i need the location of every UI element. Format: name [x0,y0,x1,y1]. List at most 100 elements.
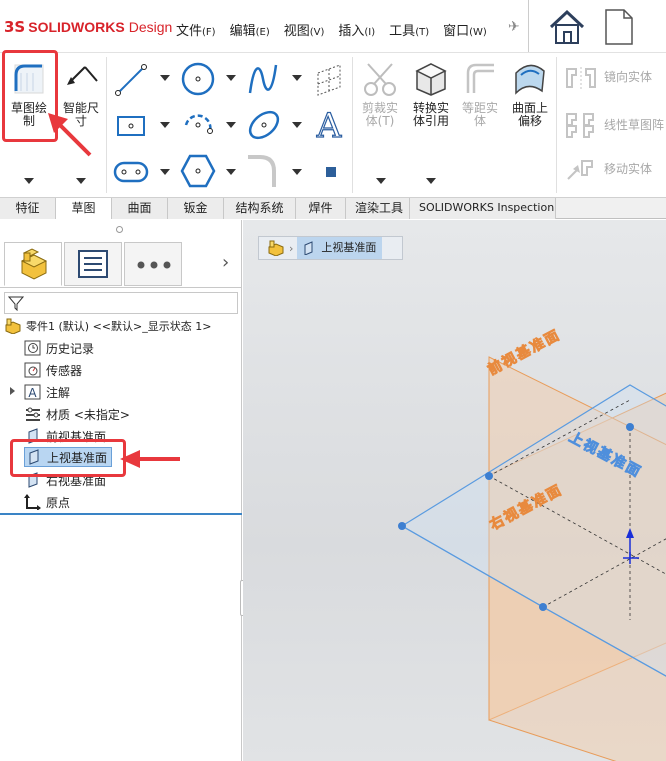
filter-icon [8,296,24,311]
ribbon-divider [556,57,557,193]
mirror-entities-button[interactable]: 镜向实体 [562,65,666,91]
line-dropdown-arrow[interactable] [160,75,170,81]
solidworks-window: 3S SOLIDWORKS Design 文件(F) 编辑(E) 视图(V) 插… [0,0,666,761]
tab-sketch[interactable]: 草图 [56,198,112,219]
tab-solidworks-inspection[interactable]: SOLIDWORKS Inspection [410,198,556,219]
plane-handle[interactable] [485,472,493,480]
tree-item-history[interactable]: 历史记录 [24,338,94,358]
plane-handle[interactable] [626,423,634,431]
tab-sheet-metal[interactable]: 钣金 [168,198,224,219]
slot-dropdown-arrow[interactable] [160,169,170,175]
pin-icon[interactable]: ✈ [508,19,520,35]
tree-item-origin[interactable]: 原点 [24,492,70,512]
tree-label-sensors: 传感器 [46,363,83,378]
move-entities-button[interactable]: 移动实体 [562,157,666,183]
trim-entities-button[interactable]: 剪裁实 体(T) [356,57,404,141]
rectangle-dropdown-arrow[interactable] [160,122,170,128]
rectangle-icon[interactable] [114,111,148,141]
tab-configuration-manager[interactable] [124,242,182,286]
mirror-label: 镜向实体 [604,70,653,84]
graphics-area[interactable]: 前视基准面 上视基准面 右视基准面 › 上视基准面 [243,220,666,761]
convert-entities-icon [415,63,447,96]
convert-dropdown-arrow[interactable] [426,178,436,184]
point-icon[interactable] [324,165,338,179]
tree-label-material: 材质 <未指定> [46,407,130,422]
material-icon [26,407,40,421]
move-icon [567,160,593,180]
fillet-icon[interactable] [246,153,280,189]
linear-pattern-icon [566,113,594,138]
home-icon[interactable] [548,8,586,46]
smart-dimension-button[interactable]: 智能尺 寸 [58,57,104,141]
tree-filter[interactable] [4,292,238,314]
linear-pattern-button[interactable]: 线性草图阵 [562,111,666,138]
linear-pattern-label: 线性草图阵 [604,118,665,132]
command-manager-ribbon: 草图绘 制 智能尺 寸 A 剪裁实 体(T) 转换实 体引用 等距实 体 曲面上… [0,50,666,197]
circle-icon[interactable] [180,61,216,97]
menu-edit[interactable]: 编辑(E) [230,20,270,39]
expand-annotations-arrow[interactable] [10,387,15,395]
text-icon[interactable]: A [312,105,346,143]
reference-planes-scene[interactable]: 前视基准面 上视基准面 右视基准面 [243,220,666,761]
tab-features[interactable]: 特征 [0,198,56,219]
smart-dimension-icon [67,66,98,85]
dimension-dropdown-arrow[interactable] [76,178,86,184]
tree-root-part[interactable]: 零件1 (默认) <<默认>_显示状态 1> [4,316,211,336]
feature-manager-tabs: › [0,240,242,288]
trim-dropdown-arrow[interactable] [376,178,386,184]
red-arrow-icon [120,450,180,468]
polygon-dropdown-arrow[interactable] [226,169,236,175]
tree-item-sensors[interactable]: 传感器 [24,360,82,380]
tree-item-annotations[interactable]: A 注解 [24,382,70,402]
plane-handle[interactable] [398,522,406,530]
fillet-dropdown-arrow[interactable] [292,169,302,175]
ds-logo: 3S [4,18,26,36]
arc-dropdown-arrow[interactable] [226,122,236,128]
offset-on-surface-button[interactable]: 曲面上 偏移 [506,57,554,141]
tree-item-material[interactable]: 材质 <未指定> [24,404,130,424]
polygon-icon[interactable] [180,153,216,189]
ribbon-divider [106,57,107,193]
panel-bottom-divider [0,513,242,515]
grid-plane-icon[interactable] [314,63,344,97]
tab-property-manager[interactable] [64,242,122,286]
tab-surfaces[interactable]: 曲面 [112,198,168,219]
menu-view[interactable]: 视图(V) [284,20,325,39]
move-label: 移动实体 [604,162,653,176]
plane-handle[interactable] [539,603,547,611]
tab-structure-system[interactable]: 结构系统 [224,198,296,219]
breadcrumb-top-plane[interactable]: 上视基准面 [297,237,383,259]
menu-tools[interactable]: 工具(T) [389,20,429,39]
offset-entities-icon [466,63,494,93]
circle-dropdown-arrow[interactable] [226,75,236,81]
tabs-expand-arrow[interactable]: › [222,252,229,273]
breadcrumb-separator: › [289,241,294,255]
tab-weldments[interactable]: 焊件 [296,198,346,219]
tab-feature-tree[interactable] [4,242,62,286]
tab-render-tools[interactable]: 渲染工具 [346,198,410,219]
ellipse-icon[interactable] [246,107,282,143]
convert-entities-button[interactable]: 转换实 体引用 [406,57,456,141]
top-plane-highlight [10,439,126,477]
spline-dropdown-arrow[interactable] [292,75,302,81]
offset-surface-label-2: 偏移 [517,114,542,128]
breadcrumb-label: 上视基准面 [321,241,377,254]
panel-grip[interactable] [116,226,123,233]
svg-text:A: A [316,106,342,143]
offset-entities-button[interactable]: 等距实 体 [456,57,504,141]
line-icon[interactable] [114,63,148,97]
arc-icon[interactable] [180,107,216,143]
plane-icon [304,241,313,255]
breadcrumb[interactable]: › 上视基准面 [258,236,403,260]
command-manager-tabs: 特征 草图 曲面 钣金 结构系统 焊件 渲染工具 SOLIDWORKS Insp… [0,197,666,219]
sketch-dropdown-arrow[interactable] [24,178,34,184]
menu-window[interactable]: 窗口(W) [443,20,487,39]
part-icon [20,248,48,280]
menu-file[interactable]: 文件(F) [176,20,216,39]
tree-label-origin: 原点 [46,495,71,510]
ellipse-dropdown-arrow[interactable] [292,122,302,128]
menu-insert[interactable]: 插入(I) [338,20,375,39]
new-document-icon[interactable] [604,8,634,46]
slot-icon[interactable] [112,159,150,185]
spline-icon[interactable] [246,61,280,97]
